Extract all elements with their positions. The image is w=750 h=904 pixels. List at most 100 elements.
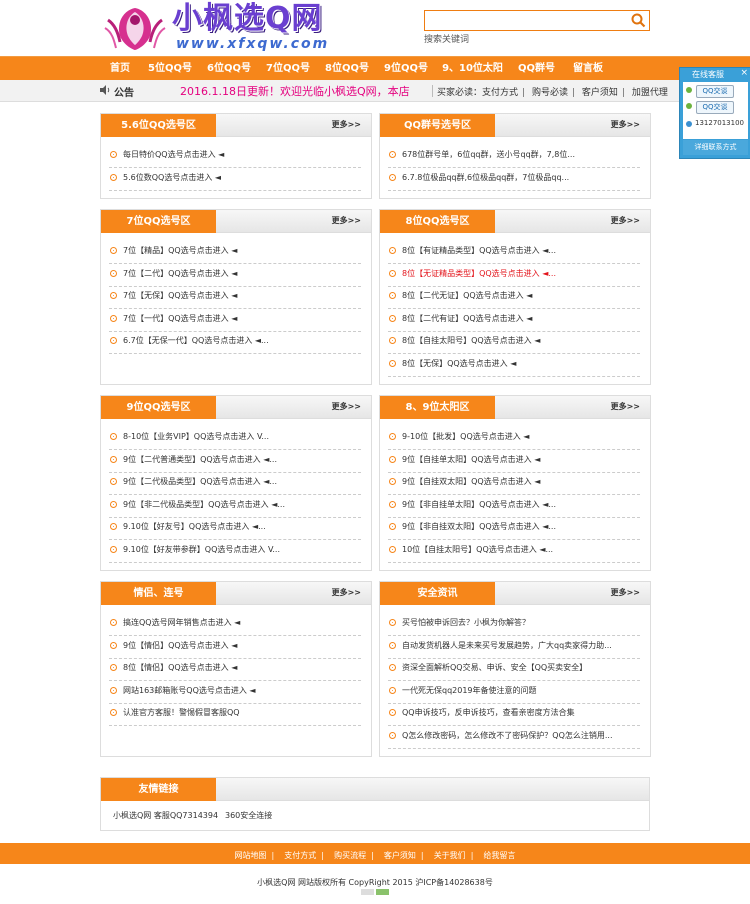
list-item[interactable]: 6.7.8位极品qq群,6位极品qq群，7位极品qq...	[388, 168, 640, 191]
list-item[interactable]: 认准官方客服！警惕假冒客服QQ	[109, 703, 361, 727]
bullet-icon	[389, 455, 396, 463]
list-item[interactable]: Q怎么修改密码，怎么修改不了密码保护？QQ怎么注销用...	[388, 726, 640, 749]
footer-link-notice[interactable]: 客户须知	[384, 851, 416, 860]
footer-link-message[interactable]: 给我留言	[483, 851, 515, 860]
list-item-label: 8位【自挂太阳号】QQ选号点击进入 ◄	[402, 336, 541, 346]
list-item[interactable]: 8位【情侣】QQ选号点击进入 ◄	[109, 658, 361, 682]
bullet-icon	[389, 478, 396, 486]
list-item[interactable]: 8位【二代无证】QQ选号点击进入 ◄	[388, 286, 640, 310]
bullet-icon	[110, 686, 117, 694]
list-item[interactable]: 7位【精品】QQ选号点击进入 ◄	[109, 241, 361, 264]
nav-9-digit[interactable]: 9位QQ号	[381, 57, 431, 81]
list-item[interactable]: 网站163邮箱账号QQ选号点击进入 ◄	[109, 681, 361, 704]
list-item[interactable]: 9位【自挂单太阳】QQ选号点击进入 ◄	[388, 450, 640, 473]
nav-8-digit[interactable]: 8位QQ号	[322, 57, 372, 81]
list-item[interactable]: 资深全面解析QQ交易、申诉、安全【QQ买卖安全】	[388, 658, 640, 682]
list-item[interactable]: 9.10位【好友号】QQ选号点击进入 ◄...	[109, 517, 361, 541]
logo-url: www.xfxqw.com	[176, 36, 330, 52]
list-item[interactable]: 9位【非自挂单太阳】QQ选号点击进入 ◄...	[388, 495, 640, 518]
nav-6-digit[interactable]: 6位QQ号	[204, 57, 254, 81]
section-title[interactable]: 8位QQ选号区	[380, 210, 495, 233]
list-item[interactable]: QQ申诉技巧，反申诉技巧，查看亲密度方法合集	[388, 703, 640, 727]
list-item[interactable]: 9-10位【批发】QQ选号点击进入 ◄	[388, 427, 640, 450]
list-item[interactable]: 9位【二代极品类型】QQ选号点击进入 ◄...	[109, 472, 361, 496]
nav-qq-group[interactable]: QQ群号	[514, 57, 559, 81]
list-item[interactable]: 一代死无保qq2019年备使注意的问题	[388, 681, 640, 704]
link-payment[interactable]: 买家必读：支付方式	[437, 88, 518, 98]
nav-7-digit[interactable]: 7位QQ号	[263, 57, 313, 81]
list-item[interactable]: 每日特价QQ选号点击进入 ◄	[109, 145, 361, 168]
nav-guestbook[interactable]: 留言板	[568, 57, 608, 81]
list-item[interactable]: 自动发货机器人是未来买号发展趋势，广大qq卖家得力助...	[388, 636, 640, 659]
section-title[interactable]: 情侣、连号	[101, 582, 216, 605]
footer-link-about[interactable]: 关于我们	[434, 851, 466, 860]
bullet-icon	[110, 433, 117, 440]
site-logo[interactable]: 小枫选Q网 www.xfxqw.com	[104, 2, 366, 54]
close-icon[interactable]: ×	[740, 68, 748, 78]
friend-link[interactable]: 360安全连接	[225, 810, 272, 821]
list-item[interactable]: 9位【情侣】QQ选号点击进入 ◄	[109, 636, 361, 659]
bullet-icon	[110, 247, 117, 254]
bullet-icon	[389, 619, 396, 626]
nav-home[interactable]: 首页	[100, 57, 140, 81]
more-link[interactable]: 更多>>	[332, 119, 361, 130]
section-header: 情侣、连号 更多>>	[101, 582, 371, 605]
list-item[interactable]: 9位【二代普通类型】QQ选号点击进入 ◄...	[109, 450, 361, 473]
contact-details-button[interactable]: 详细联系方式	[683, 140, 748, 155]
list-item[interactable]: 7位【一代】QQ选号点击进入 ◄	[109, 309, 361, 332]
more-link[interactable]: 更多>>	[332, 215, 361, 226]
friend-link[interactable]: 小枫选Q网 客服QQ7314394	[113, 810, 218, 821]
search-icon[interactable]	[630, 12, 647, 29]
section-title[interactable]: 7位QQ选号区	[101, 210, 216, 233]
more-link[interactable]: 更多>>	[611, 119, 640, 130]
list-item[interactable]: 8位【二代有证】QQ选号点击进入 ◄	[388, 309, 640, 332]
bullet-icon	[389, 269, 396, 277]
link-franchise[interactable]: 加盟代理	[632, 88, 668, 98]
list-item[interactable]: 8位【无证精品类型】QQ选号点击进入 ◄...	[388, 264, 640, 287]
section-header: 9位QQ选号区 更多>>	[101, 396, 371, 419]
more-link[interactable]: 更多>>	[332, 401, 361, 412]
list-item[interactable]: 8位【无保】QQ选号点击进入 ◄	[388, 354, 640, 377]
more-link[interactable]: 更多>>	[611, 215, 640, 226]
footer-link-purchase[interactable]: 购买流程	[334, 851, 366, 860]
nav-5-digit[interactable]: 5位QQ号	[145, 57, 195, 81]
list-item[interactable]: 8位【自挂太阳号】QQ选号点击进入 ◄	[388, 331, 640, 355]
list-item[interactable]: 搞连QQ选号网年销售点击进入 ◄	[109, 613, 361, 636]
list-item[interactable]: 9位【非自挂双太阳】QQ选号点击进入 ◄...	[388, 517, 640, 541]
link-buy-guide[interactable]: 购号必读	[532, 88, 568, 98]
list-item-label: 10位【自挂太阳号】QQ选号点击进入 ◄...	[402, 545, 554, 554]
section-title[interactable]: 9位QQ选号区	[101, 396, 216, 419]
list-item[interactable]: 678位群号单，6位qq群，送小号qq群，7,8位...	[388, 145, 640, 168]
link-customer-notice[interactable]: 客户须知	[582, 88, 618, 98]
notice-bar: 公告 2016.1.18日更新！欢迎光临小枫选Q网，本店 买家必读：支付方式 | …	[0, 80, 750, 102]
list-item[interactable]: 10位【自挂太阳号】QQ选号点击进入 ◄...	[388, 540, 640, 563]
list-item[interactable]: 7位【无保】QQ选号点击进入 ◄	[109, 286, 361, 310]
nav-sun[interactable]: 9、10位太阳	[440, 57, 505, 81]
more-link[interactable]: 更多>>	[611, 401, 640, 412]
list-item[interactable]: 8位【有证精品类型】QQ选号点击进入 ◄...	[388, 241, 640, 264]
service-row: 13127013100	[683, 119, 748, 131]
section-box: 安全资讯 更多>> 买号怕被申诉回去？小枫为你解答？ 自动发货机器人是未来买号发展趋势…	[379, 581, 651, 757]
section-title[interactable]: 安全资讯	[380, 582, 495, 605]
certification-badge-icon[interactable]	[361, 889, 389, 895]
list-item[interactable]: 9位【非二代极品类型】QQ选号点击进入 ◄...	[109, 495, 361, 518]
list-item[interactable]: 6.7位【无保一代】QQ选号点击进入 ◄...	[109, 331, 361, 355]
search-input[interactable]	[427, 12, 627, 29]
list-item[interactable]: 9.10位【好友带参群】QQ选号点击进入 V...	[109, 540, 361, 563]
list-item[interactable]: 8-10位【业务VIP】QQ选号点击进入 V...	[109, 427, 361, 450]
footer-link-payment[interactable]: 支付方式	[284, 851, 316, 860]
section-title[interactable]: QQ群号选号区	[380, 114, 495, 137]
list-item[interactable]: 5.6位数QQ选号点击进入 ◄	[109, 168, 361, 191]
qq-chat-button[interactable]: QQ交谈	[696, 85, 734, 98]
service-row: QQ交谈	[683, 85, 748, 98]
list-item[interactable]: 7位【二代】QQ选号点击进入 ◄	[109, 264, 361, 287]
section-title[interactable]: 8、9位太阳区	[380, 396, 495, 419]
list-item[interactable]: 9位【自挂双太阳】QQ选号点击进入 ◄	[388, 472, 640, 496]
section-title[interactable]: 5.6位QQ选号区	[101, 114, 216, 137]
list-item[interactable]: 买号怕被申诉回去？小枫为你解答？	[388, 613, 640, 636]
list-item-label: 678位群号单，6位qq群，送小号qq群，7,8位...	[402, 150, 576, 159]
qq-chat-button[interactable]: QQ交谈	[696, 101, 734, 114]
footer-link-sitemap[interactable]: 网站地图	[235, 851, 267, 860]
more-link[interactable]: 更多>>	[611, 587, 640, 598]
more-link[interactable]: 更多>>	[332, 587, 361, 598]
